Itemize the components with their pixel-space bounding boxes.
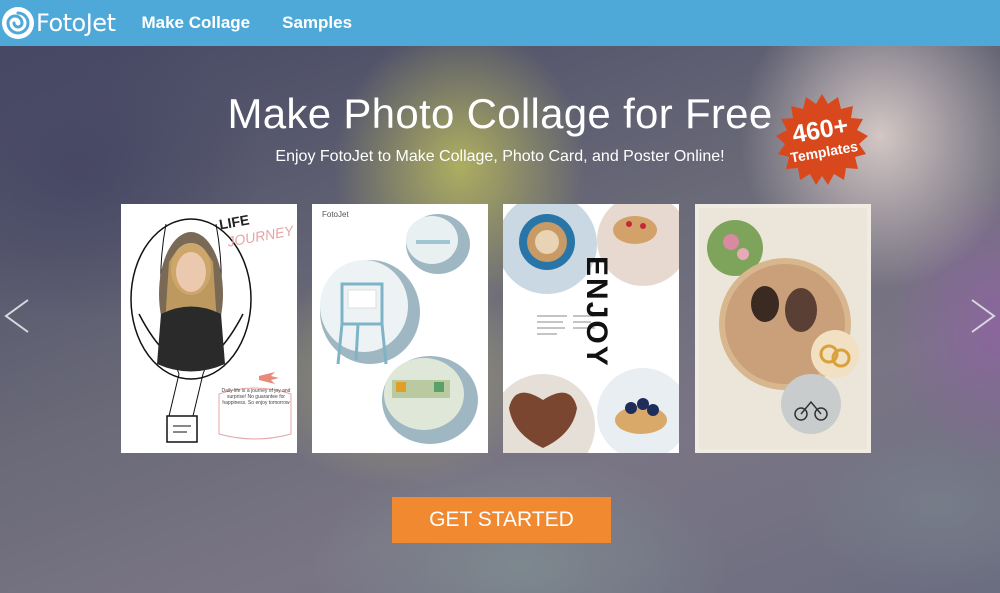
card-brand: FotoJet	[322, 210, 349, 219]
logo-text: FotoJet	[36, 9, 116, 37]
template-card-life-journey[interactable]: LIFE JOURNEY Daily life is a journey of …	[121, 204, 297, 453]
card-note-text: Daily life is a journey of joy and surpr…	[221, 388, 291, 406]
templates-badge: 460+ Templates	[774, 94, 870, 186]
template-card-enjoy[interactable]: ENJOY	[503, 204, 679, 453]
furniture-illustration	[312, 204, 488, 453]
card-enjoy-word: ENJOY	[580, 256, 613, 368]
nav-samples[interactable]: Samples	[282, 13, 352, 33]
template-card-furniture[interactable]: FotoJet	[312, 204, 488, 453]
wedding-illustration	[695, 204, 871, 453]
spiral-logo-icon	[2, 7, 34, 39]
main-nav: Make Collage Samples	[141, 13, 384, 33]
hero-section: Make Photo Collage for Free Enjoy FotoJe…	[0, 46, 1000, 593]
template-card-wedding[interactable]	[695, 204, 871, 453]
template-carousel: LIFE JOURNEY Daily life is a journey of …	[0, 204, 1000, 454]
nav-make-collage[interactable]: Make Collage	[141, 13, 250, 33]
get-started-button[interactable]: GET STARTED	[392, 497, 611, 543]
top-navbar: FotoJet Make Collage Samples	[0, 0, 1000, 46]
fotojet-logo[interactable]: FotoJet	[2, 0, 116, 46]
